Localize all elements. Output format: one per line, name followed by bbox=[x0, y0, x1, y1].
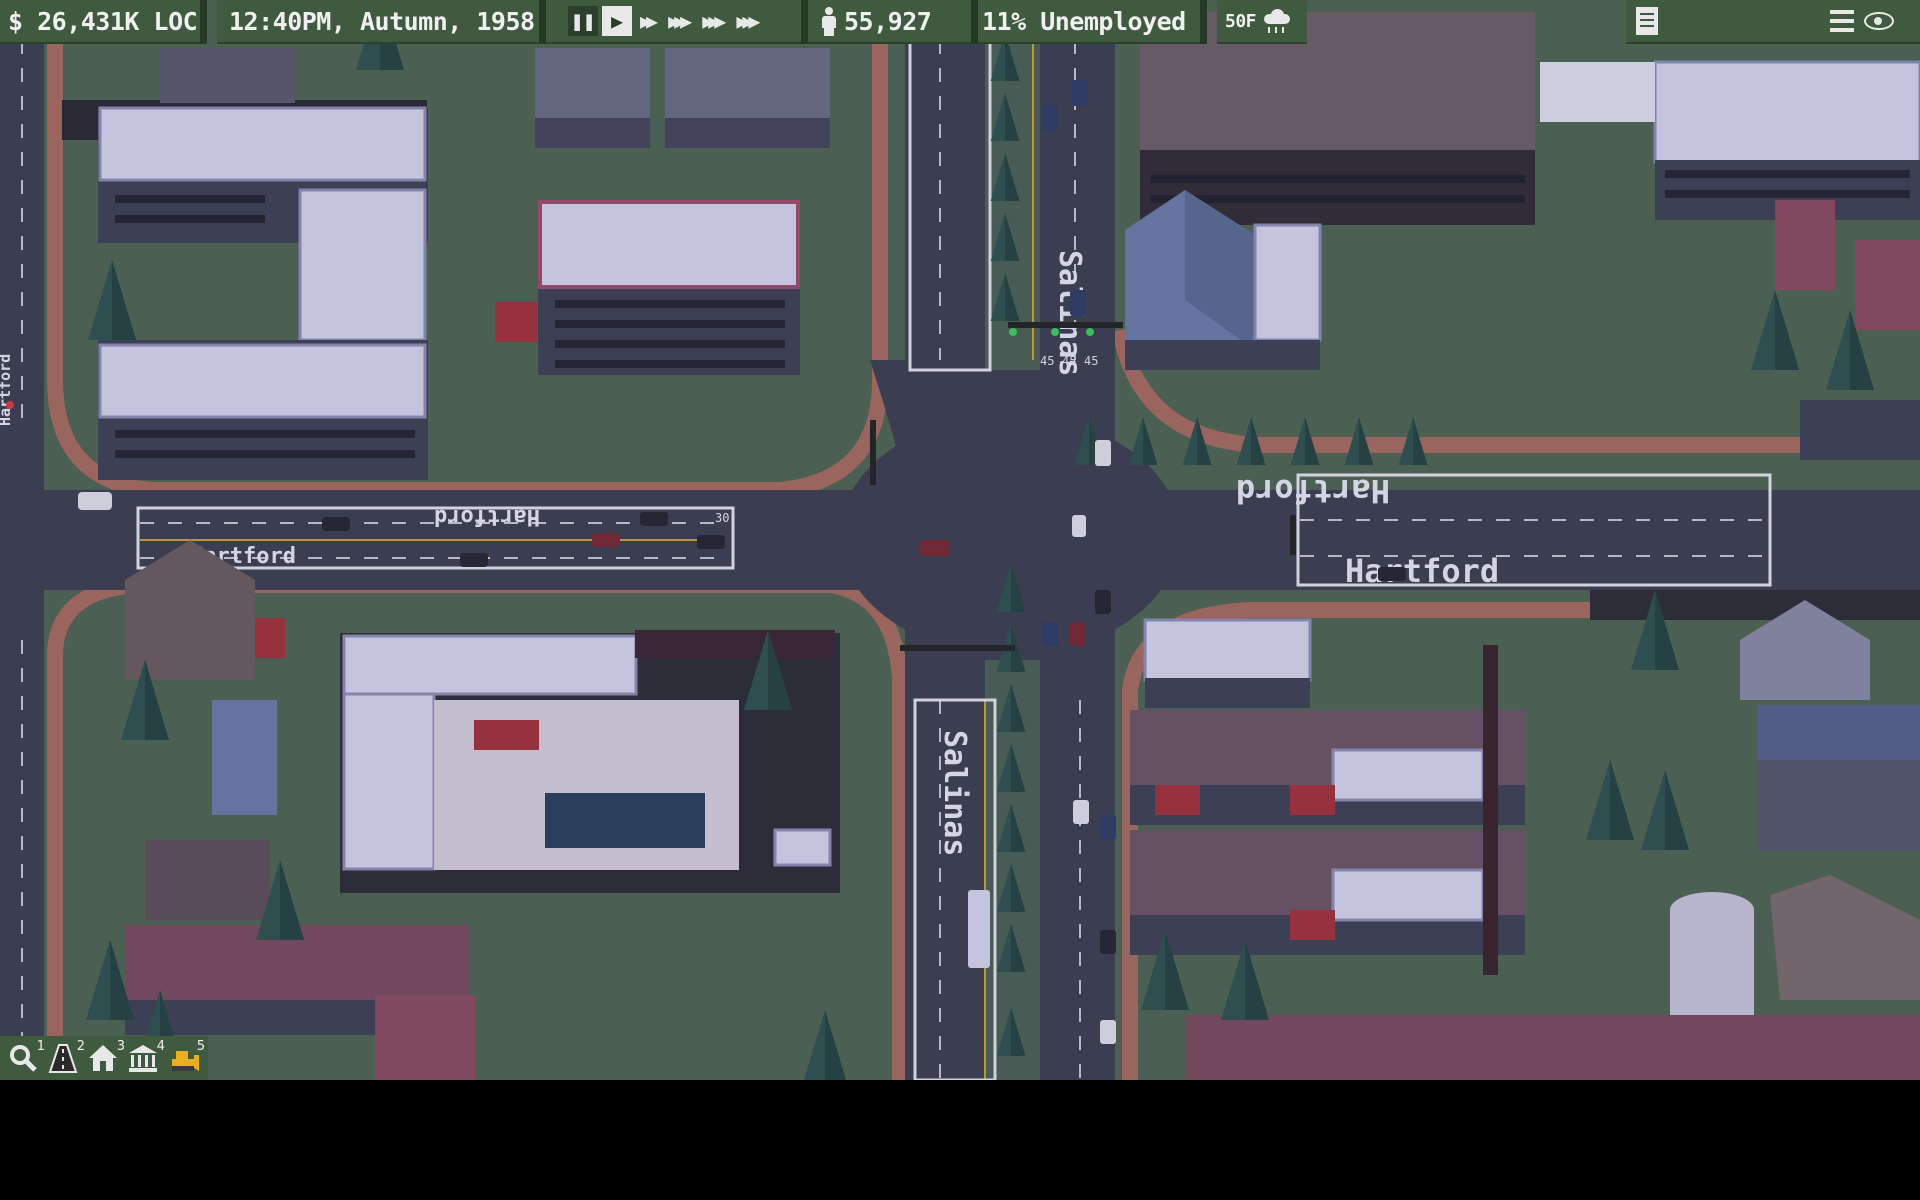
play-button[interactable]: ▶ bbox=[602, 6, 632, 36]
speed-2-button[interactable]: ▶▶ bbox=[636, 6, 660, 36]
bulldozer-tool-button[interactable]: 5 bbox=[168, 1039, 205, 1075]
population-person-icon bbox=[820, 6, 838, 36]
speed-4-button[interactable]: ▶▶▶ bbox=[698, 6, 728, 36]
shortcut-label: 1 bbox=[36, 1039, 45, 1054]
query-tool-button[interactable]: 1 bbox=[8, 1039, 45, 1075]
unemployment-text: 11% Unemployed bbox=[982, 6, 1186, 36]
population-text: 55,927 bbox=[844, 6, 932, 36]
unemployment-display[interactable]: 11% Unemployed bbox=[978, 0, 1200, 44]
city-map-viewport[interactable]: Hartford Hartford Hartford Hartford Sali… bbox=[0, 0, 1920, 1080]
shortcut-label: 3 bbox=[116, 1039, 125, 1054]
document-icon[interactable] bbox=[1636, 7, 1658, 35]
pause-button[interactable]: ❚❚ bbox=[568, 6, 598, 36]
hud-top-bar: $ 26,431K LOC 12:40PM, Autumn, 1958 ❚❚ ▶… bbox=[0, 0, 1920, 44]
zone-tool-button[interactable]: 3 bbox=[88, 1039, 125, 1075]
road-tool-button[interactable]: 2 bbox=[48, 1039, 85, 1075]
shortcut-label: 4 bbox=[156, 1039, 165, 1054]
bulldozer-icon bbox=[172, 1051, 199, 1071]
population-display[interactable]: 55,927 bbox=[808, 0, 971, 44]
road-icon bbox=[48, 1044, 78, 1073]
rain-overlay bbox=[0, 0, 1920, 1080]
weather-display[interactable]: 50F bbox=[1217, 0, 1307, 44]
money-display[interactable]: $ 26,431K LOC bbox=[0, 0, 200, 44]
tool-bar: 1 2 3 4 5 bbox=[0, 1036, 208, 1080]
shortcut-label: 5 bbox=[196, 1039, 205, 1054]
speed-5-button[interactable]: ▶▶▶ bbox=[732, 6, 762, 36]
house-icon bbox=[89, 1045, 117, 1071]
eye-icon[interactable] bbox=[1864, 12, 1894, 30]
menu-icon[interactable] bbox=[1830, 10, 1854, 32]
money-text: $ 26,431K LOC bbox=[8, 6, 198, 36]
datetime-text: 12:40PM, Autumn, 1958 bbox=[229, 6, 535, 36]
government-building-icon bbox=[129, 1045, 157, 1072]
speed-3-button[interactable]: ▶▶▶ bbox=[664, 6, 694, 36]
speed-controls: ❚❚ ▶ ▶▶ ▶▶▶ ▶▶▶ ▶▶▶ bbox=[546, 0, 801, 44]
temperature-text: 50F bbox=[1225, 10, 1257, 32]
rain-cloud-icon bbox=[1262, 6, 1292, 36]
date-time-display: 12:40PM, Autumn, 1958 bbox=[217, 0, 539, 44]
top-right-menu bbox=[1626, 0, 1920, 44]
magnifier-icon bbox=[10, 1045, 37, 1072]
government-tool-button[interactable]: 4 bbox=[128, 1039, 165, 1075]
shortcut-label: 2 bbox=[76, 1039, 85, 1054]
